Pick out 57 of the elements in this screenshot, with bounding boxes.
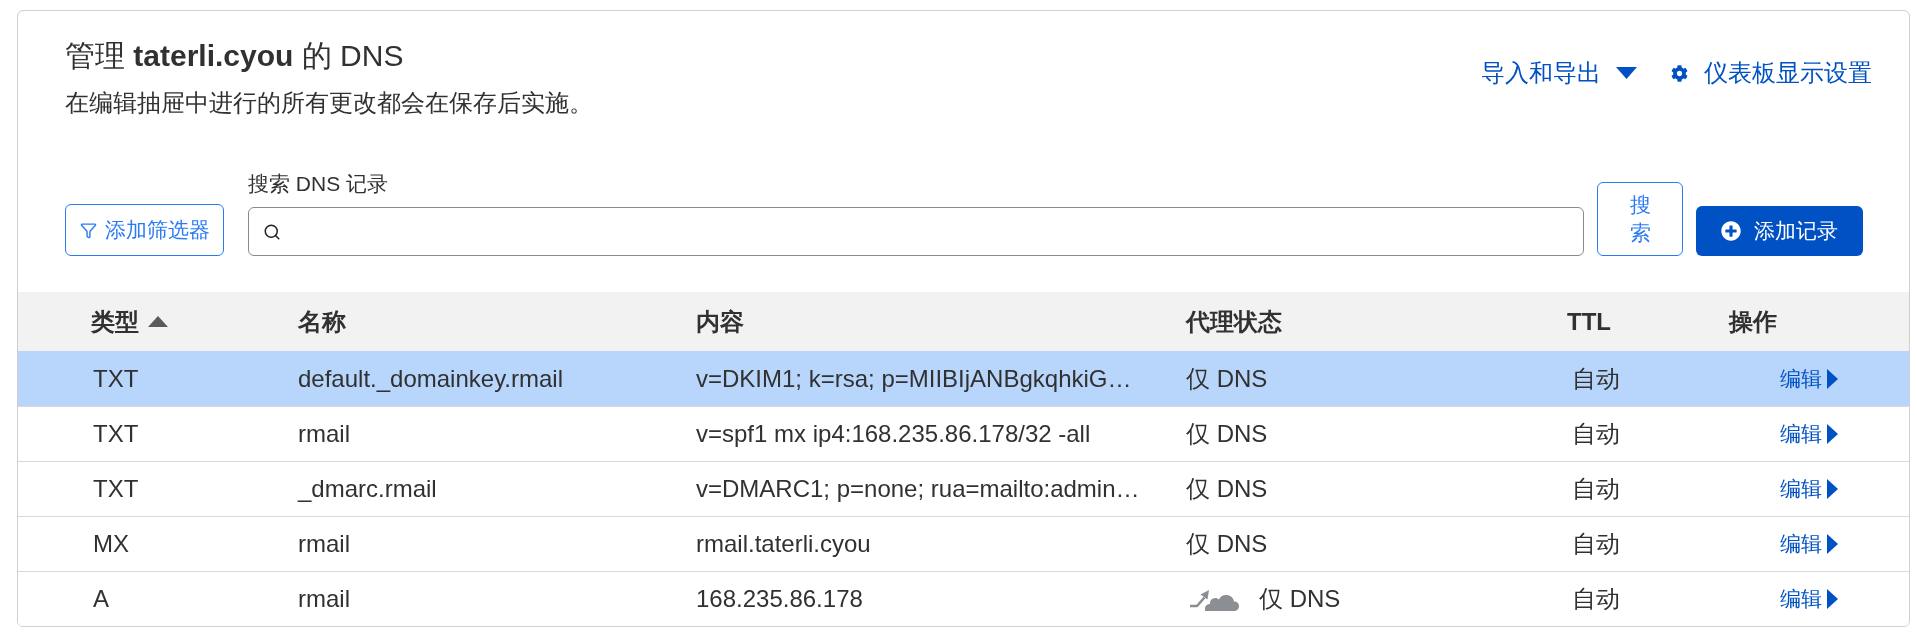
search-field[interactable] <box>248 207 1584 256</box>
record-name: _dmarc.rmail <box>298 474 437 504</box>
record-content: v=DKIM1; k=rsa; p=MIIBIjANBgkqhkiG… <box>696 363 1132 394</box>
caret-right-icon <box>1827 534 1838 554</box>
column-header[interactable]: 名称 <box>298 306 346 337</box>
record-name: rmail <box>298 584 350 614</box>
proxy-status: 仅 DNS <box>1186 419 1268 449</box>
caret-right-icon <box>1827 589 1838 609</box>
record-content: rmail.taterli.cyou <box>696 529 871 559</box>
caret-right-icon <box>1827 479 1838 499</box>
record-type: TXT <box>93 474 139 504</box>
dropdown-link[interactable]: 导入和导出 <box>1481 57 1637 89</box>
record-content: v=DMARC1; p=none; rua=mailto:admin… <box>696 474 1140 504</box>
caret-right-icon <box>1827 368 1838 389</box>
edit-link[interactable]: 编辑 <box>1780 530 1838 558</box>
ttl-value: 自动 <box>1572 529 1620 559</box>
record-name: rmail <box>298 529 350 559</box>
add-filter-button[interactable]: 添加筛选器 <box>65 204 224 256</box>
column-header[interactable]: TTL <box>1567 306 1611 337</box>
search-label: 搜索 DNS 记录 <box>248 171 388 197</box>
record-name: default._domainkey.rmail <box>298 363 564 394</box>
record-type: TXT <box>93 419 139 449</box>
proxy-status: 仅 DNS <box>1186 529 1268 559</box>
proxy-status: 仅 DNS <box>1186 474 1268 504</box>
search-button[interactable]: 搜索 <box>1597 182 1683 256</box>
sort-up-icon <box>148 316 168 327</box>
edit-link[interactable]: 编辑 <box>1780 364 1838 393</box>
ttl-value: 自动 <box>1572 474 1620 504</box>
record-type: MX <box>93 529 129 559</box>
table-row[interactable]: A rmail 168.235.86.178 仅 DNS 自动 编辑 <box>18 571 1909 626</box>
record-content: v=spf1 mx ip4:168.235.86.178/32 -all <box>696 419 1091 449</box>
page-title: 管理 taterli.cyou 的 DNS <box>65 38 404 74</box>
filter-icon <box>79 221 97 239</box>
edit-link[interactable]: 编辑 <box>1780 475 1838 503</box>
edit-link[interactable]: 编辑 <box>1780 585 1838 613</box>
proxy-status: 仅 DNS <box>1186 363 1268 394</box>
ttl-value: 自动 <box>1572 584 1620 614</box>
page-subtitle: 在编辑抽屉中进行的所有更改都会在保存后实施。 <box>65 88 593 118</box>
table-row[interactable]: TXT default._domainkey.rmail v=DKIM1; k=rsa; p=MIIBIjANBgkqhkiG… 仅 DNS 自动 编辑 <box>18 351 1909 406</box>
record-name: rmail <box>298 419 350 449</box>
search-icon <box>263 222 281 241</box>
settings-icon <box>1671 64 1688 82</box>
record-type: A <box>93 584 109 614</box>
add-record-button[interactable]: 添加记录 <box>1696 206 1863 256</box>
edit-link[interactable]: 编辑 <box>1780 420 1838 448</box>
ttl-value: 自动 <box>1572 419 1620 449</box>
settings-link[interactable]: 仪表板显示设置 <box>1671 57 1872 89</box>
caret-right-icon <box>1827 424 1838 444</box>
record-content: 168.235.86.178 <box>696 584 863 614</box>
ttl-value: 自动 <box>1572 363 1620 394</box>
proxy-status: 仅 DNS <box>1259 584 1341 614</box>
column-header[interactable]: 操作 <box>1729 306 1777 337</box>
caret-down-icon <box>1616 67 1637 79</box>
column-header[interactable]: 类型 <box>91 306 168 337</box>
column-header[interactable]: 内容 <box>696 306 744 337</box>
record-type: TXT <box>93 363 139 394</box>
column-header[interactable]: 代理状态 <box>1186 306 1282 337</box>
